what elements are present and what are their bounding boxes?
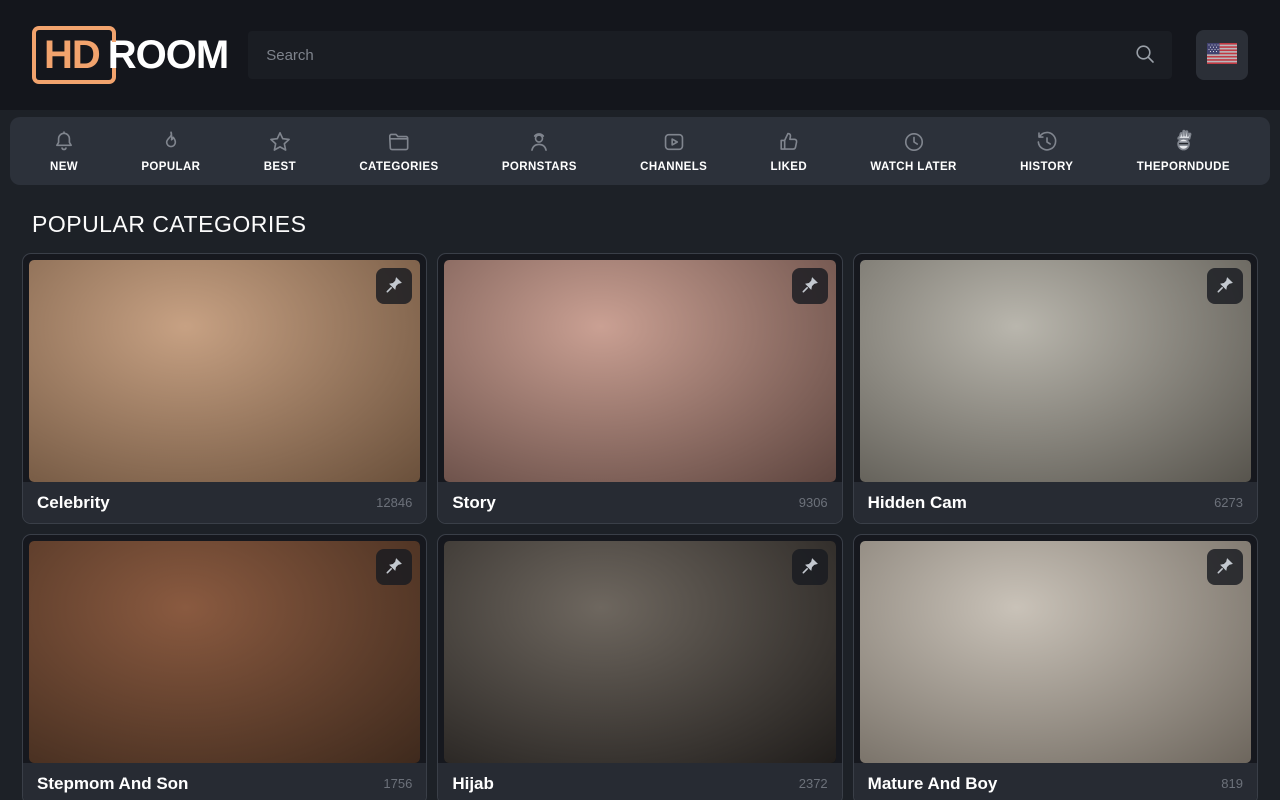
category-card[interactable]: Celebrity 12846 bbox=[22, 253, 427, 524]
pin-button[interactable] bbox=[792, 549, 828, 585]
thumbnail-image-placeholder bbox=[29, 260, 420, 482]
pin-button[interactable] bbox=[376, 268, 412, 304]
category-thumbnail[interactable] bbox=[29, 260, 420, 482]
thumbnail-image-placeholder bbox=[860, 260, 1251, 482]
category-title: Mature And Boy bbox=[868, 774, 998, 794]
nav-item-label: BEST bbox=[264, 161, 296, 173]
category-card[interactable]: Stepmom And Son 1756 bbox=[22, 534, 427, 800]
category-grid: Celebrity 12846 Story 9306 bbox=[22, 253, 1258, 800]
thumbnail-image-placeholder bbox=[444, 260, 835, 482]
thumbnail-image-placeholder bbox=[29, 541, 420, 763]
category-card[interactable]: Hidden Cam 6273 bbox=[853, 253, 1258, 524]
category-thumbnail[interactable] bbox=[29, 541, 420, 763]
history-icon bbox=[1034, 129, 1060, 155]
category-title: Hijab bbox=[452, 774, 494, 794]
category-footer: Stepmom And Son 1756 bbox=[23, 763, 426, 800]
thumbnail-image-placeholder bbox=[444, 541, 835, 763]
nav-item-label: NEW bbox=[50, 161, 78, 173]
pushpin-icon bbox=[1215, 556, 1235, 579]
pushpin-icon bbox=[800, 556, 820, 579]
search-bar bbox=[248, 31, 1172, 79]
site-header: HD ROOM bbox=[0, 0, 1280, 110]
category-card[interactable]: Mature And Boy 819 bbox=[853, 534, 1258, 800]
thumbnail-image-placeholder bbox=[860, 541, 1251, 763]
nav-item-best[interactable]: BEST bbox=[264, 129, 296, 173]
nav-item-label: LIKED bbox=[771, 161, 808, 173]
category-count: 12846 bbox=[376, 495, 412, 510]
category-footer: Story 9306 bbox=[438, 482, 841, 523]
category-footer: Mature And Boy 819 bbox=[854, 763, 1257, 800]
nav-item-channels[interactable]: CHANNELS bbox=[640, 129, 707, 173]
nav-item-watch-later[interactable]: WATCH LATER bbox=[870, 129, 956, 173]
magnifier-icon bbox=[1133, 54, 1157, 69]
category-thumbnail[interactable] bbox=[444, 541, 835, 763]
play-icon bbox=[661, 129, 687, 155]
nav-item-popular[interactable]: POPULAR bbox=[141, 129, 200, 173]
category-thumbnail[interactable] bbox=[860, 260, 1251, 482]
category-title: Stepmom And Son bbox=[37, 774, 188, 794]
pin-button[interactable] bbox=[1207, 268, 1243, 304]
us-flag-icon bbox=[1207, 43, 1237, 67]
search-button[interactable] bbox=[1126, 37, 1164, 73]
category-count: 9306 bbox=[799, 495, 828, 510]
category-footer: Hijab 2372 bbox=[438, 763, 841, 800]
person-icon bbox=[526, 129, 552, 155]
category-card[interactable]: Story 9306 bbox=[437, 253, 842, 524]
pushpin-icon bbox=[384, 275, 404, 298]
pushpin-icon bbox=[800, 275, 820, 298]
nav-item-label: PORNSTARS bbox=[502, 161, 577, 173]
star-icon bbox=[267, 129, 293, 155]
theporndude-icon bbox=[1170, 129, 1196, 155]
category-footer: Celebrity 12846 bbox=[23, 482, 426, 523]
pushpin-icon bbox=[384, 556, 404, 579]
language-button[interactable] bbox=[1196, 30, 1248, 80]
thumbs-up-icon bbox=[776, 129, 802, 155]
page-content: POPULAR CATEGORIES Celebrity 12846 bbox=[0, 211, 1280, 800]
category-count: 819 bbox=[1221, 776, 1243, 791]
category-count: 6273 bbox=[1214, 495, 1243, 510]
page-title: POPULAR CATEGORIES bbox=[32, 211, 1248, 238]
folder-icon bbox=[386, 129, 412, 155]
pin-button[interactable] bbox=[376, 549, 412, 585]
category-count: 1756 bbox=[383, 776, 412, 791]
nav-item-label: HISTORY bbox=[1020, 161, 1073, 173]
nav-item-label: POPULAR bbox=[141, 161, 200, 173]
pin-button[interactable] bbox=[792, 268, 828, 304]
main-navbar: NEW POPULAR BEST CATEGORIES PORNSTARS CH… bbox=[10, 117, 1270, 185]
category-footer: Hidden Cam 6273 bbox=[854, 482, 1257, 523]
flame-icon bbox=[158, 129, 184, 155]
logo-bracket: HD bbox=[32, 26, 102, 84]
category-card[interactable]: Hijab 2372 bbox=[437, 534, 842, 800]
nav-item-label: WATCH LATER bbox=[870, 161, 956, 173]
category-title: Story bbox=[452, 493, 495, 513]
nav-item-theporndude[interactable]: THEPORNDUDE bbox=[1137, 129, 1230, 173]
nav-item-pornstars[interactable]: PORNSTARS bbox=[502, 129, 577, 173]
category-thumbnail[interactable] bbox=[444, 260, 835, 482]
pin-button[interactable] bbox=[1207, 549, 1243, 585]
pushpin-icon bbox=[1215, 275, 1235, 298]
category-thumbnail[interactable] bbox=[860, 541, 1251, 763]
nav-item-label: CHANNELS bbox=[640, 161, 707, 173]
nav-item-categories[interactable]: CATEGORIES bbox=[359, 129, 438, 173]
category-title: Hidden Cam bbox=[868, 493, 967, 513]
nav-item-liked[interactable]: LIKED bbox=[771, 129, 808, 173]
search-input[interactable] bbox=[248, 31, 1172, 79]
site-logo[interactable]: HD ROOM bbox=[32, 26, 228, 84]
category-count: 2372 bbox=[799, 776, 828, 791]
bell-icon bbox=[51, 129, 77, 155]
logo-text-room: ROOM bbox=[108, 35, 228, 75]
logo-text-hd: HD bbox=[44, 35, 100, 75]
nav-item-history[interactable]: HISTORY bbox=[1020, 129, 1073, 173]
clock-icon bbox=[901, 129, 927, 155]
nav-item-new[interactable]: NEW bbox=[50, 129, 78, 173]
nav-item-label: CATEGORIES bbox=[359, 161, 438, 173]
category-title: Celebrity bbox=[37, 493, 110, 513]
nav-item-label: THEPORNDUDE bbox=[1137, 161, 1230, 173]
